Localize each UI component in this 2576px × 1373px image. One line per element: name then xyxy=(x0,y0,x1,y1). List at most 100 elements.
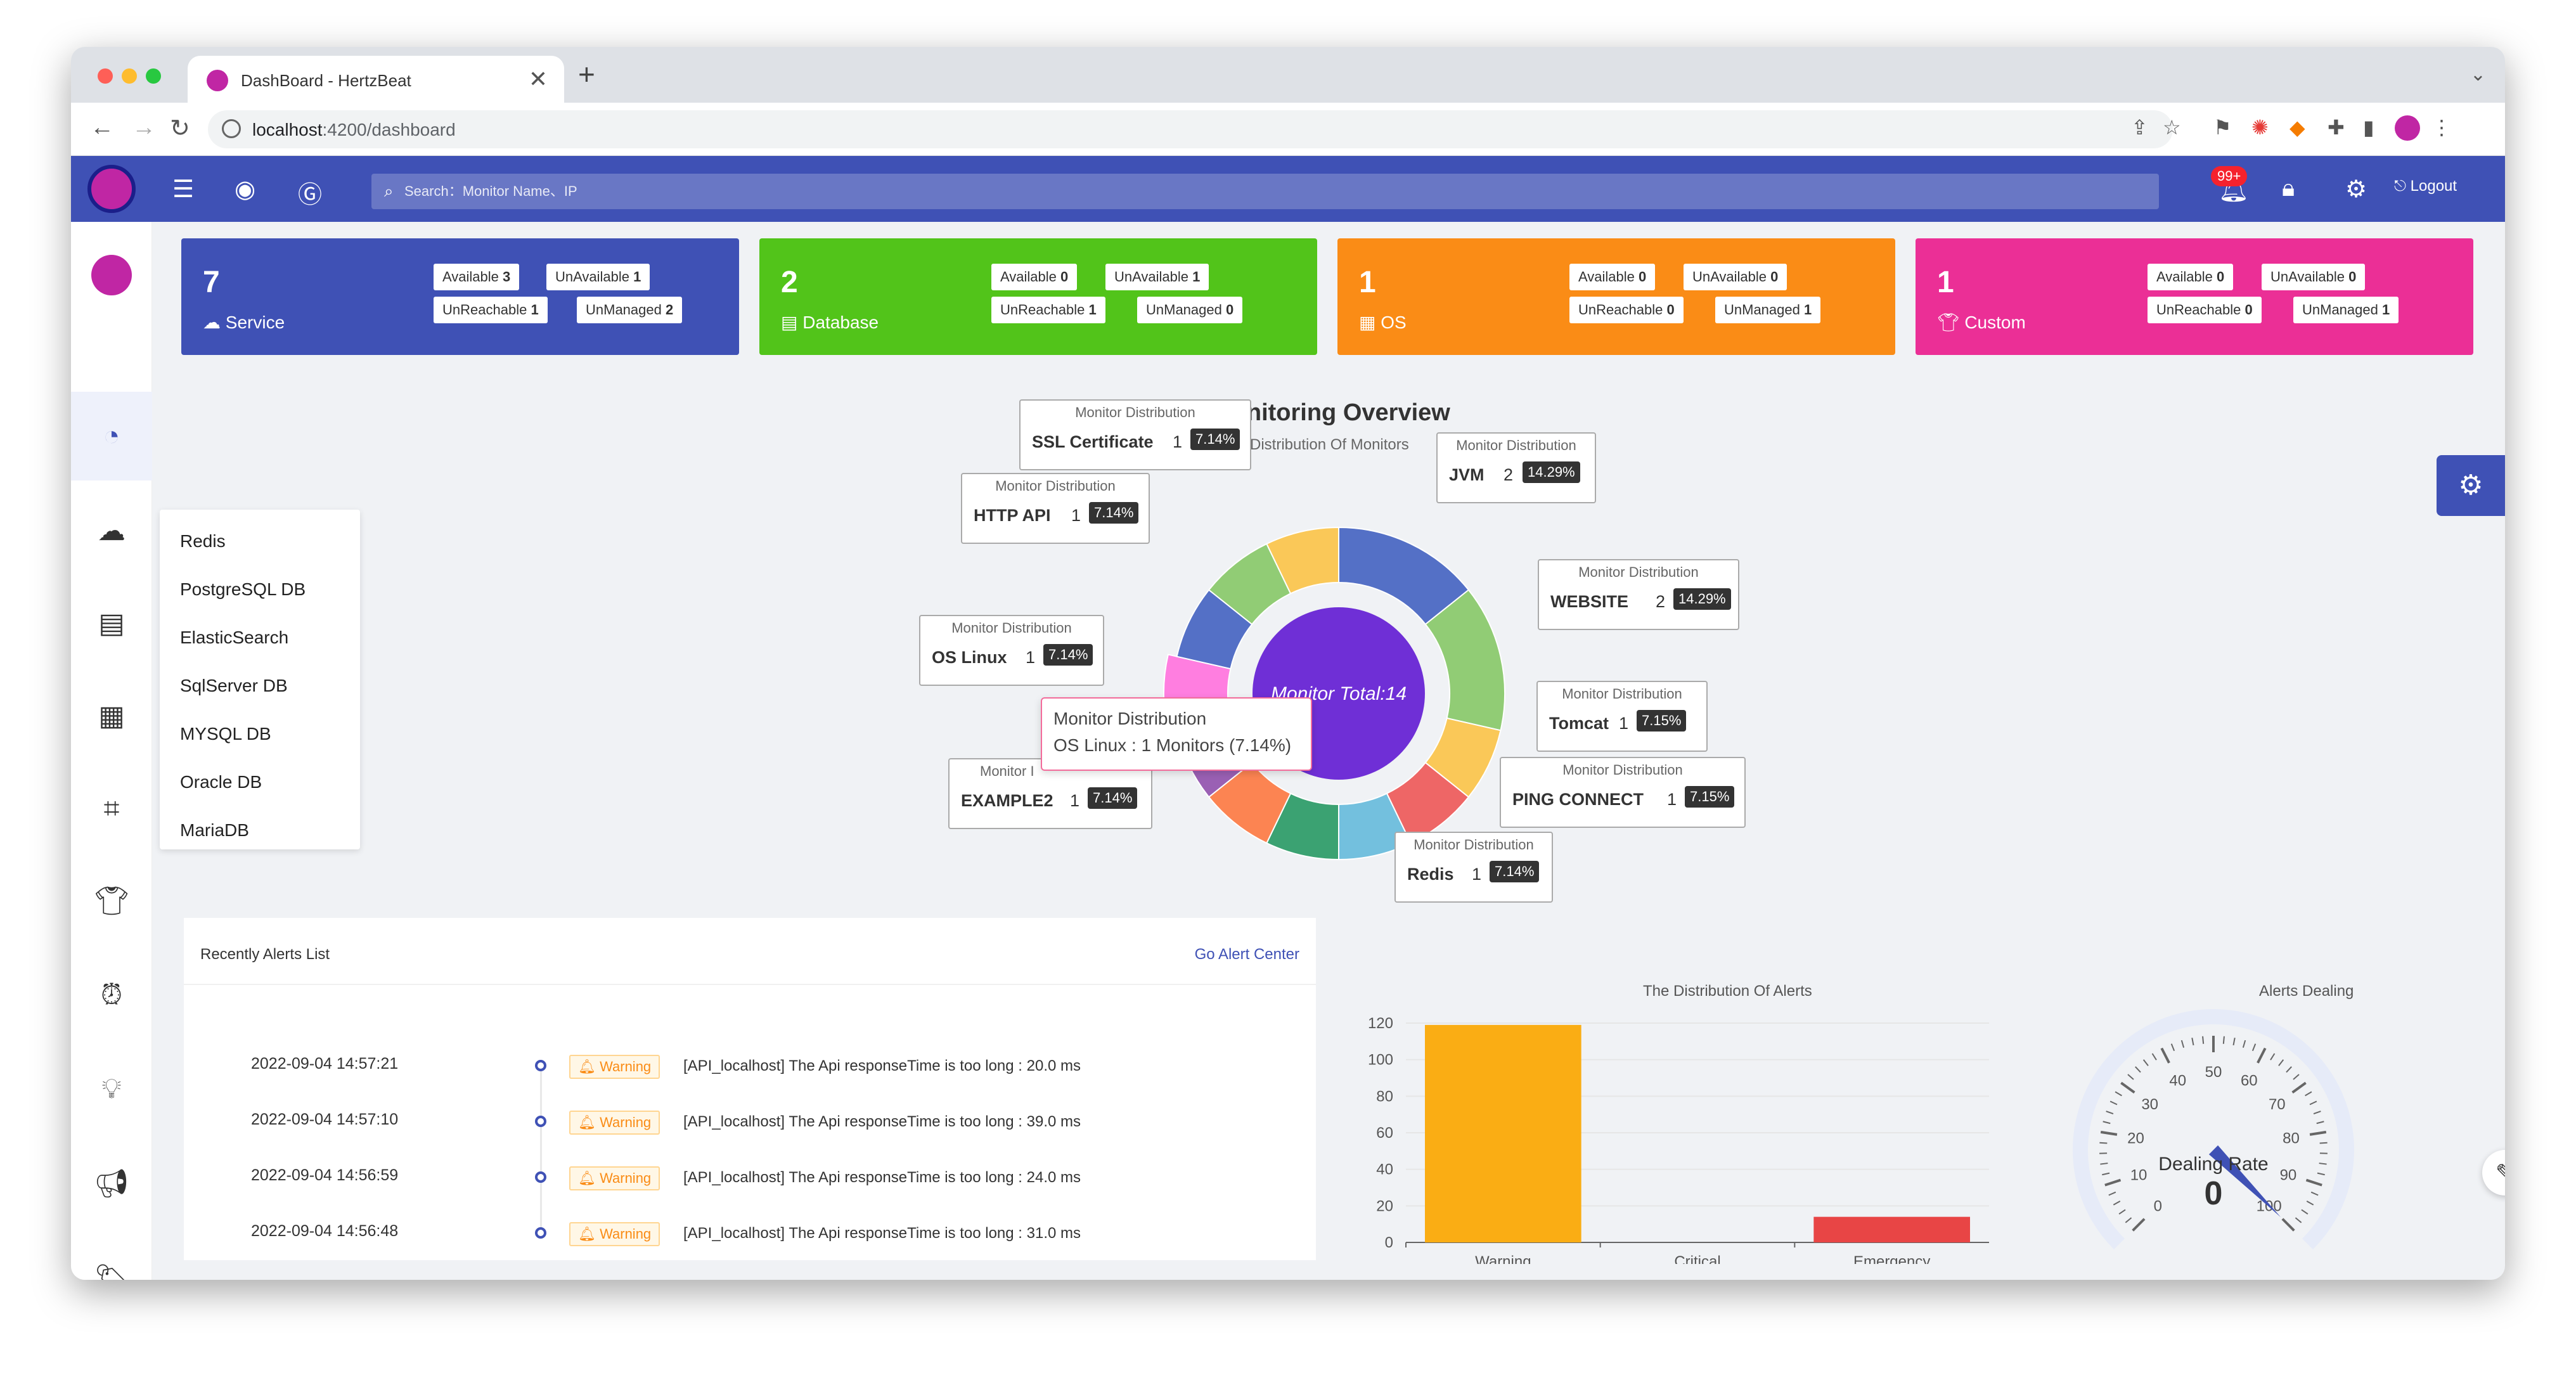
tag-unmanaged[interactable]: UnManaged 1 xyxy=(2293,297,2399,323)
gitee-icon[interactable]: Ⓖ xyxy=(298,175,322,210)
reload-icon[interactable]: ↻ xyxy=(170,114,190,143)
sidebar-item-service[interactable]: ☁ xyxy=(94,513,129,549)
submenu-item-mysql[interactable]: MYSQL DB xyxy=(180,724,271,744)
theme-settings-button[interactable]: ⚙ xyxy=(2437,455,2505,516)
alert-row[interactable]: 2022-09-04 14:56:48 🔔︎ Warning [API_loca… xyxy=(184,1222,1316,1260)
site-info-icon[interactable] xyxy=(222,119,241,138)
alert-row[interactable]: 2022-09-04 14:56:59 🔔︎ Warning [API_loca… xyxy=(184,1166,1316,1204)
bar-emergency[interactable] xyxy=(1813,1216,1970,1242)
tag-unavailable[interactable]: UnAvailable 0 xyxy=(2262,264,2366,290)
submenu-item-redis[interactable]: Redis xyxy=(180,531,226,551)
url-field[interactable]: localhost:4200/dashboard xyxy=(208,110,2173,148)
card-os[interactable]: 1 ▦ OS Available 0 UnAvailable 0 UnReach… xyxy=(1337,238,1895,355)
sidebar-item-custom[interactable]: 👕︎ xyxy=(94,884,129,919)
tag-unavailable[interactable]: UnAvailable 0 xyxy=(1684,264,1787,290)
label-head: Monitor Distribution xyxy=(1578,564,1699,580)
hertzbeat-logo[interactable] xyxy=(87,165,136,213)
extension-network-icon[interactable]: ⚑ xyxy=(2213,115,2232,139)
gauge-tick-label: 50 xyxy=(2205,1064,2222,1081)
share-icon[interactable]: ⇪ xyxy=(2131,115,2148,139)
gauge-tick-label: 70 xyxy=(2269,1096,2286,1113)
tag-unavailable[interactable]: UnAvailable 1 xyxy=(1105,264,1209,290)
dashboard-icon: ◔ xyxy=(103,420,120,451)
tag-unreachable[interactable]: UnReachable 1 xyxy=(991,297,1105,323)
new-tab-button[interactable]: + xyxy=(578,57,595,91)
extensions-puzzle-icon[interactable]: ✚ xyxy=(2328,115,2345,139)
alerts-dealing-gauge: 0102030405060708090100Dealing Rate 0 xyxy=(2073,1009,2354,1249)
submenu-item-elasticsearch[interactable]: ElasticSearch xyxy=(180,628,288,648)
submenu-item-postgresql[interactable]: PostgreSQL DB xyxy=(180,579,306,600)
app-header: ☰ ◉ Ⓖ ⌕ 🔔︎ 99+ 🔒︎ ⚙ ⎋ Logout xyxy=(71,156,2505,222)
alert-message: [API_localhost] The Api responseTime is … xyxy=(683,1225,1081,1242)
submenu-item-sqlserver[interactable]: SqlServer DB xyxy=(180,676,288,696)
tag-unmanaged[interactable]: UnManaged 2 xyxy=(577,297,683,323)
gauge-tick xyxy=(2118,1209,2126,1215)
alert-row[interactable]: 2022-09-04 14:57:10 🔔︎ Warning [API_loca… xyxy=(184,1111,1316,1149)
forward-arrow-icon[interactable]: → xyxy=(132,114,156,141)
tag-available[interactable]: Available 3 xyxy=(434,264,520,290)
label-name: SSL Certificate xyxy=(1032,432,1154,451)
sidebar-item-notice[interactable]: 📢︎ xyxy=(94,1166,129,1202)
profile-avatar[interactable] xyxy=(2395,115,2420,141)
gauge-tick-label: 20 xyxy=(2127,1130,2144,1147)
gauge-tick xyxy=(2132,1218,2146,1232)
sidebar-item-dashboard[interactable]: ◔ xyxy=(94,418,129,454)
tag-unreachable[interactable]: UnReachable 0 xyxy=(2148,297,2262,323)
sidebar-item-ideas[interactable]: 💡︎ xyxy=(94,1071,129,1107)
pie-label-redis: Monitor Distribution Redis 1 7.14% xyxy=(1394,832,1553,903)
maximize-window-button[interactable] xyxy=(146,68,161,84)
logout-button[interactable]: ⎋ Logout xyxy=(2394,177,2457,195)
search-box[interactable]: ⌕ xyxy=(371,174,2159,209)
gauge-tick xyxy=(2293,1074,2300,1080)
bookmark-star-icon[interactable]: ☆ xyxy=(2163,115,2181,139)
go-alert-center-link[interactable]: Go Alert Center xyxy=(1195,946,1299,964)
submenu-item-mariadb[interactable]: MariaDB xyxy=(180,820,249,841)
database-submenu: Redis PostgreSQL DB ElasticSearch SqlSer… xyxy=(160,510,360,849)
settings-gear-icon[interactable]: ⚙ xyxy=(2345,175,2367,203)
browser-menu-icon[interactable]: ⋮ xyxy=(2431,115,2452,139)
bar-warning[interactable] xyxy=(1425,1024,1581,1242)
extension-spinner-icon[interactable]: ✺ xyxy=(2251,115,2269,139)
tag-available[interactable]: Available 0 xyxy=(1569,264,1656,290)
tag-unmanaged[interactable]: UnManaged 1 xyxy=(1715,297,1821,323)
gauge-tick xyxy=(2291,1081,2307,1094)
alert-level-tag: 🔔︎ Warning xyxy=(569,1055,660,1079)
submenu-item-oracle[interactable]: Oracle DB xyxy=(180,772,262,792)
search-icon: ⌕ xyxy=(384,181,394,200)
tag-unmanaged[interactable]: UnManaged 0 xyxy=(1137,297,1243,323)
sidebar-item-middleware[interactable]: ⌗ xyxy=(94,791,129,827)
y-tick-label: 80 xyxy=(1376,1088,1393,1105)
timeline-dot xyxy=(535,1060,546,1071)
tag-unavailable[interactable]: UnAvailable 1 xyxy=(546,264,650,290)
sidebar-item-database[interactable]: ▤ xyxy=(94,606,129,641)
card-custom[interactable]: 1 👕︎ Custom Available 0 UnAvailable 0 Un… xyxy=(1916,238,2473,355)
github-icon[interactable]: ◉ xyxy=(235,175,255,203)
metamask-extension-icon[interactable]: ◆ xyxy=(2289,115,2305,139)
label-name: EXAMPLE2 xyxy=(961,791,1053,810)
close-window-button[interactable] xyxy=(98,68,113,84)
sidebar-item-alert[interactable]: ⏰︎ xyxy=(94,977,129,1013)
label-name: WEBSITE xyxy=(1550,592,1629,611)
lock-icon[interactable]: 🔒︎ xyxy=(2282,175,2295,202)
gauge-tick xyxy=(2109,1100,2118,1105)
sidebar-toggle-icon[interactable]: ▮ xyxy=(2363,115,2374,139)
tag-unreachable[interactable]: UnReachable 0 xyxy=(1569,297,1684,323)
back-arrow-icon[interactable]: ← xyxy=(90,114,114,141)
alert-row[interactable]: 2022-09-04 14:57:21 🔔︎ Warning [API_loca… xyxy=(184,1055,1316,1093)
card-database[interactable]: 2 ▤ Database Available 0 UnAvailable 1 U… xyxy=(759,238,1317,355)
tag-unreachable[interactable]: UnReachable 1 xyxy=(434,297,548,323)
magic-wand-button[interactable]: ✎ xyxy=(2482,1150,2505,1196)
minimize-window-button[interactable] xyxy=(122,68,137,84)
tag-available[interactable]: Available 0 xyxy=(991,264,1078,290)
search-input[interactable] xyxy=(404,174,2116,209)
y-tick-label: 60 xyxy=(1376,1125,1393,1142)
tab-list-chevron-icon[interactable]: ⌄ xyxy=(2470,63,2486,86)
sidebar-item-tags[interactable]: 🏷︎ xyxy=(94,1261,129,1280)
sidebar-logo[interactable] xyxy=(91,255,132,295)
browser-tab[interactable]: DashBoard - HertzBeat ✕ xyxy=(188,56,564,103)
tab-close-icon[interactable]: ✕ xyxy=(529,66,548,93)
menu-collapse-icon[interactable]: ☰ xyxy=(172,175,194,203)
tag-available[interactable]: Available 0 xyxy=(2148,264,2234,290)
card-service[interactable]: 7 ☁ Service Available 3 UnAvailable 1 Un… xyxy=(181,238,739,355)
sidebar-item-os[interactable]: ▦ xyxy=(94,699,129,734)
